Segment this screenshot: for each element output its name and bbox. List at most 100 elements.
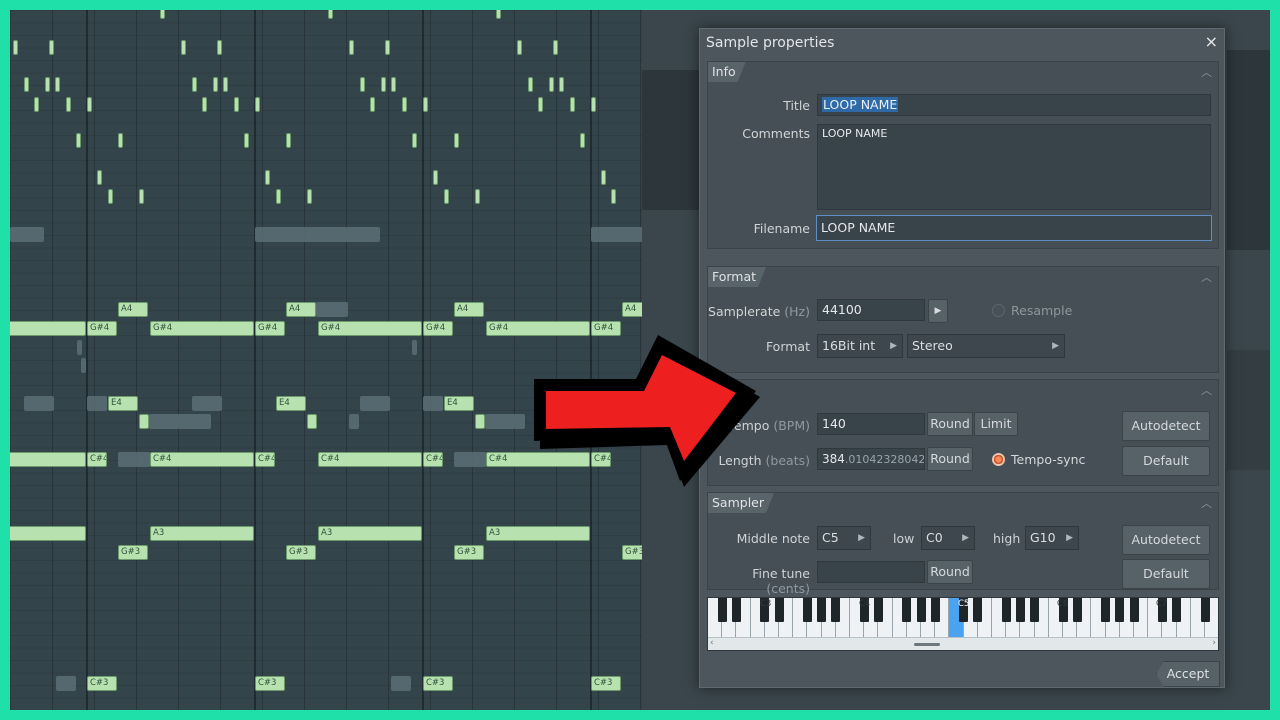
black-key[interactable] (1200, 598, 1210, 622)
note-e4[interactable]: E4 (276, 396, 306, 411)
note[interactable] (580, 133, 585, 148)
black-key[interactable] (1015, 598, 1025, 622)
note[interactable] (97, 170, 102, 185)
note-cs3[interactable]: C#3 (255, 676, 285, 691)
note-gs4[interactable]: G#4 (255, 321, 285, 336)
black-key[interactable] (831, 598, 841, 622)
note[interactable] (234, 97, 239, 112)
note[interactable] (538, 97, 543, 112)
note[interactable] (286, 133, 291, 148)
note-cs4[interactable]: C#4 (87, 452, 107, 467)
tempo-sync-radio[interactable] (992, 453, 1005, 466)
note[interactable] (391, 77, 396, 92)
note[interactable] (10, 526, 86, 541)
note[interactable] (87, 97, 92, 112)
note[interactable] (381, 77, 386, 92)
note[interactable] (360, 77, 365, 92)
note-a4[interactable]: A4 (286, 302, 316, 317)
black-key[interactable] (1030, 598, 1040, 622)
filename-field[interactable]: LOOP NAME (816, 215, 1212, 241)
fine-tune-field[interactable] (817, 561, 925, 583)
chevron-up-icon[interactable]: ︿ (1201, 64, 1212, 80)
black-key[interactable] (916, 598, 926, 622)
accept-button[interactable]: Accept (1156, 661, 1220, 687)
round-length-button[interactable]: Round (927, 447, 973, 471)
resample-radio[interactable] (992, 304, 1005, 317)
black-key[interactable] (1129, 598, 1139, 622)
black-key[interactable] (1001, 598, 1011, 622)
middle-note-dropdown[interactable]: C5 ▶ (817, 526, 871, 550)
note[interactable] (433, 170, 438, 185)
note[interactable] (402, 97, 407, 112)
note-a4[interactable]: A4 (454, 302, 484, 317)
chevron-right-icon[interactable]: › (1212, 638, 1216, 648)
note-keyboard[interactable]: C3 C4 C5 C6 C7 ‹ › (707, 597, 1219, 651)
default-tempo-button[interactable]: Default (1122, 446, 1210, 476)
note[interactable] (181, 40, 186, 55)
comments-field[interactable]: LOOP NAME (817, 124, 1211, 210)
note-cs3[interactable]: C#3 (591, 676, 621, 691)
note[interactable] (223, 77, 228, 92)
black-key[interactable] (817, 598, 827, 622)
round-fine-tune-button[interactable]: Round (927, 560, 973, 584)
low-note-dropdown[interactable]: C0 ▶ (921, 526, 975, 550)
chevron-up-icon[interactable]: ︿ (1201, 495, 1212, 511)
note[interactable] (276, 189, 281, 204)
note[interactable] (244, 133, 249, 148)
note[interactable] (385, 40, 390, 55)
note[interactable] (307, 189, 312, 204)
samplerate-arrow-button[interactable]: ▶ (928, 299, 948, 323)
close-icon[interactable]: × (1205, 32, 1218, 51)
note-a4[interactable]: A4 (118, 302, 148, 317)
note-gs3[interactable]: G#3 (118, 545, 148, 560)
note[interactable] (24, 77, 29, 92)
black-key[interactable] (873, 598, 883, 622)
note-gs4[interactable]: G#4 (423, 321, 453, 336)
note[interactable] (553, 40, 558, 55)
note[interactable] (139, 414, 149, 429)
note[interactable] (66, 97, 71, 112)
length-field[interactable]: 384.010423280423 (817, 448, 925, 470)
note[interactable] (328, 10, 333, 19)
black-key[interactable] (717, 598, 727, 622)
note[interactable] (444, 189, 449, 204)
note-e4[interactable]: E4 (108, 396, 138, 411)
note[interactable] (265, 170, 270, 185)
default-fine-tune-button[interactable]: Default (1122, 559, 1210, 589)
note-a4[interactable]: A4 (622, 302, 642, 317)
note[interactable] (49, 40, 54, 55)
note[interactable] (570, 97, 575, 112)
note-cs4[interactable]: C#4 (423, 452, 443, 467)
note[interactable] (496, 10, 501, 19)
black-key[interactable] (1172, 598, 1182, 622)
black-key[interactable] (1072, 598, 1082, 622)
note[interactable] (454, 133, 459, 148)
chevron-up-icon[interactable]: ︿ (1201, 269, 1212, 285)
title-field[interactable]: LOOP NAME (817, 94, 1211, 116)
note[interactable] (255, 97, 260, 112)
note-cs4[interactable]: C#4 (150, 452, 254, 467)
note[interactable] (517, 40, 522, 55)
note[interactable] (76, 133, 81, 148)
note-a3[interactable]: A3 (150, 526, 254, 541)
note[interactable] (475, 189, 480, 204)
note-gs3[interactable]: G#3 (622, 545, 642, 560)
black-key[interactable] (774, 598, 784, 622)
note-cs3[interactable]: C#3 (423, 676, 453, 691)
note[interactable] (34, 97, 39, 112)
round-button[interactable]: Round (927, 412, 973, 436)
note[interactable] (118, 133, 123, 148)
note-a3[interactable]: A3 (318, 526, 422, 541)
black-key[interactable] (731, 598, 741, 622)
note[interactable] (45, 77, 50, 92)
note[interactable] (601, 170, 606, 185)
black-key[interactable] (1115, 598, 1125, 622)
note[interactable] (213, 77, 218, 92)
chevron-left-icon[interactable]: ‹ (710, 638, 714, 648)
tempo-field[interactable]: 140 (817, 413, 925, 435)
note[interactable] (611, 189, 616, 204)
high-note-dropdown[interactable]: G10 ▶ (1025, 526, 1079, 550)
note[interactable] (475, 414, 485, 429)
note[interactable] (423, 97, 428, 112)
note[interactable] (10, 321, 86, 336)
